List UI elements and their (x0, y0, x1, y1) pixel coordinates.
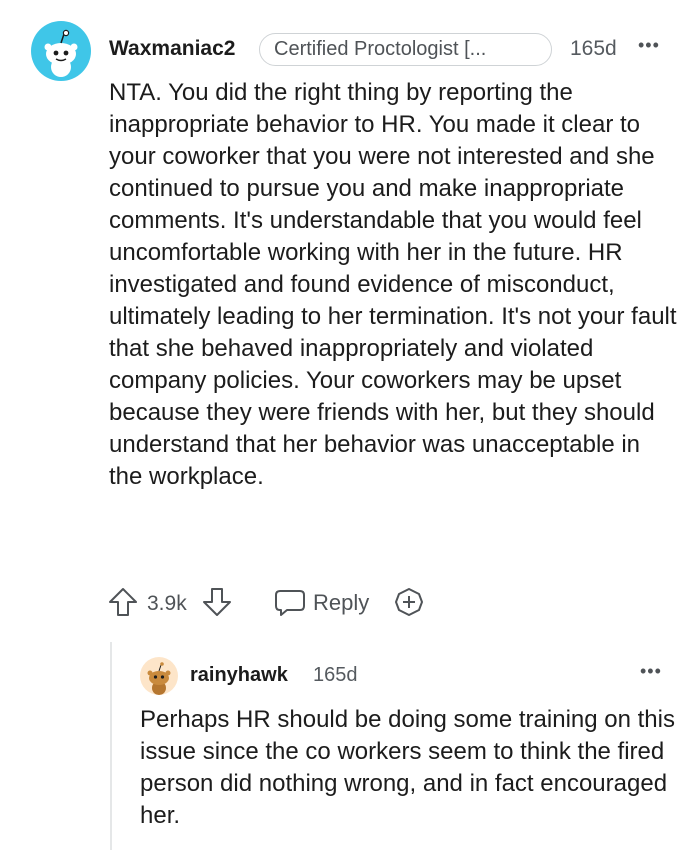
username[interactable]: Waxmaniac2 (109, 37, 235, 61)
reply-username[interactable]: rainyhawk (190, 664, 288, 687)
user-avatar[interactable] (31, 21, 91, 81)
vote-count: 3.9k (147, 592, 187, 615)
downvote-icon[interactable] (201, 586, 233, 623)
reply-more-options-icon[interactable]: ••• (640, 661, 662, 682)
reply-button[interactable]: Reply (313, 590, 369, 616)
snoo-avatar-icon (44, 29, 78, 77)
award-plus-icon[interactable] (393, 586, 425, 623)
reply-body: Perhaps HR should be doing some training… (140, 706, 675, 829)
user-flair[interactable]: Certified Proctologist [... (259, 33, 552, 66)
more-options-icon[interactable]: ••• (638, 35, 660, 56)
reply-age: 165d (313, 664, 358, 686)
snoo-avatar-icon (147, 662, 171, 695)
comment-age: 165d (570, 37, 617, 60)
reply-bubble-icon[interactable] (273, 587, 307, 624)
comment-thread: Waxmaniac2 Certified Proctologist [... 1… (0, 0, 700, 850)
comment-actions: 3.9k Reply (107, 584, 667, 620)
comment-body: NTA. You did the right thing by reportin… (109, 79, 677, 490)
upvote-icon[interactable] (107, 586, 139, 623)
reply-user-avatar[interactable] (140, 657, 178, 695)
thread-line[interactable] (110, 642, 112, 850)
